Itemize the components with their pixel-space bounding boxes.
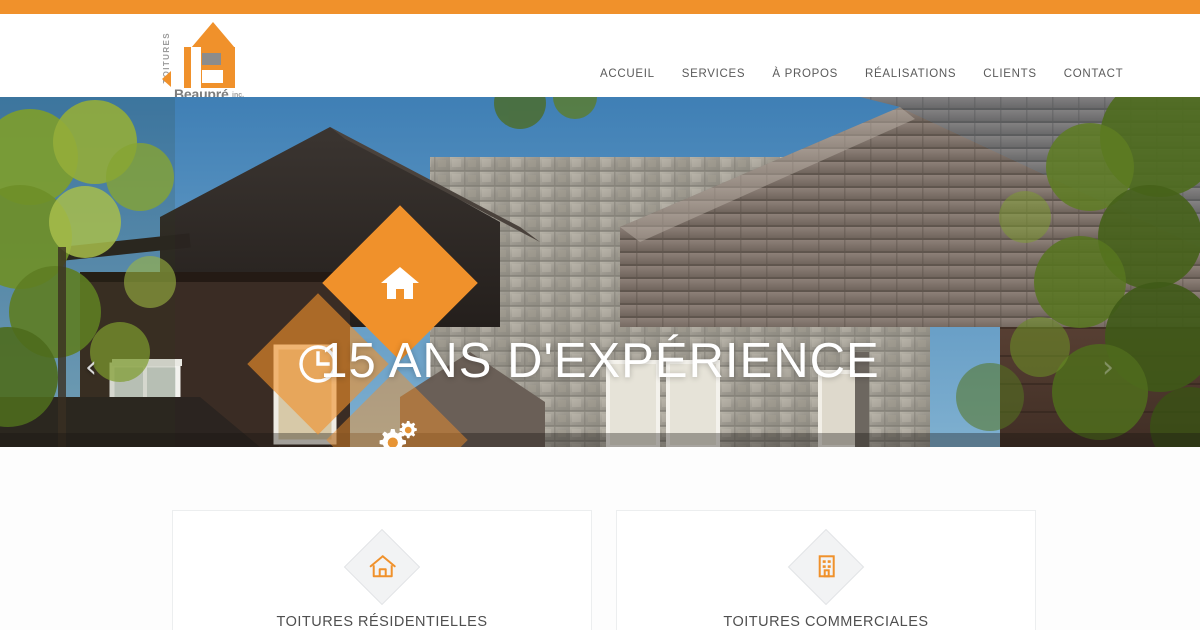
logo-house-b-icon (181, 22, 241, 88)
gears-icon (347, 390, 447, 447)
service-card-label: TOITURES COMMERCIALES (723, 614, 929, 630)
nav-item-contact[interactable]: CONTACT (1064, 64, 1124, 82)
top-accent-bar (0, 0, 1200, 14)
hero-background-photo (0, 97, 1200, 447)
logo-arrow-icon (162, 71, 171, 87)
nav-item-clients[interactable]: CLIENTS (983, 64, 1036, 82)
building-outline-icon (787, 528, 865, 606)
service-card-residentielles[interactable]: TOITURES RÉSIDENTIELLES (172, 510, 592, 630)
site-logo[interactable]: TOITURES Beaupré inc. (162, 22, 263, 102)
hero-carousel: ‹ › 15 ANS D'EXPÉRIENCE (0, 97, 1200, 447)
nav-item-accueil[interactable]: ACCUEIL (600, 64, 655, 82)
carousel-prev-arrow-icon[interactable]: ‹ (78, 352, 104, 386)
nav-link-accueil[interactable]: ACCUEIL (600, 68, 655, 80)
nav-item-a-propos[interactable]: À PROPOS (772, 64, 838, 82)
nav-link-realisations[interactable]: RÉALISATIONS (865, 68, 956, 80)
services-section: TOITURES RÉSIDENTIELLES TOITURES COMMERC… (0, 447, 1200, 630)
main-navigation: ACCUEIL SERVICES À PROPOS RÉALISATIONS C… (600, 64, 1123, 84)
carousel-next-arrow-icon[interactable]: › (1095, 352, 1121, 386)
service-card-commerciales[interactable]: TOITURES COMMERCIALES (616, 510, 1036, 630)
service-card-label: TOITURES RÉSIDENTIELLES (276, 614, 488, 630)
page-root: TOITURES Beaupré inc. ACCUEIL SERVICES À… (0, 0, 1200, 630)
house-outline-icon (343, 528, 421, 606)
nav-link-a-propos[interactable]: À PROPOS (772, 68, 838, 80)
site-header: TOITURES Beaupré inc. ACCUEIL SERVICES À… (0, 14, 1200, 102)
nav-link-clients[interactable]: CLIENTS (983, 68, 1036, 80)
hero-title: 15 ANS D'EXPÉRIENCE (320, 334, 880, 388)
nav-item-services[interactable]: SERVICES (682, 64, 746, 82)
nav-link-contact[interactable]: CONTACT (1064, 68, 1124, 80)
nav-item-realisations[interactable]: RÉALISATIONS (865, 64, 956, 82)
nav-link-services[interactable]: SERVICES (682, 68, 746, 80)
